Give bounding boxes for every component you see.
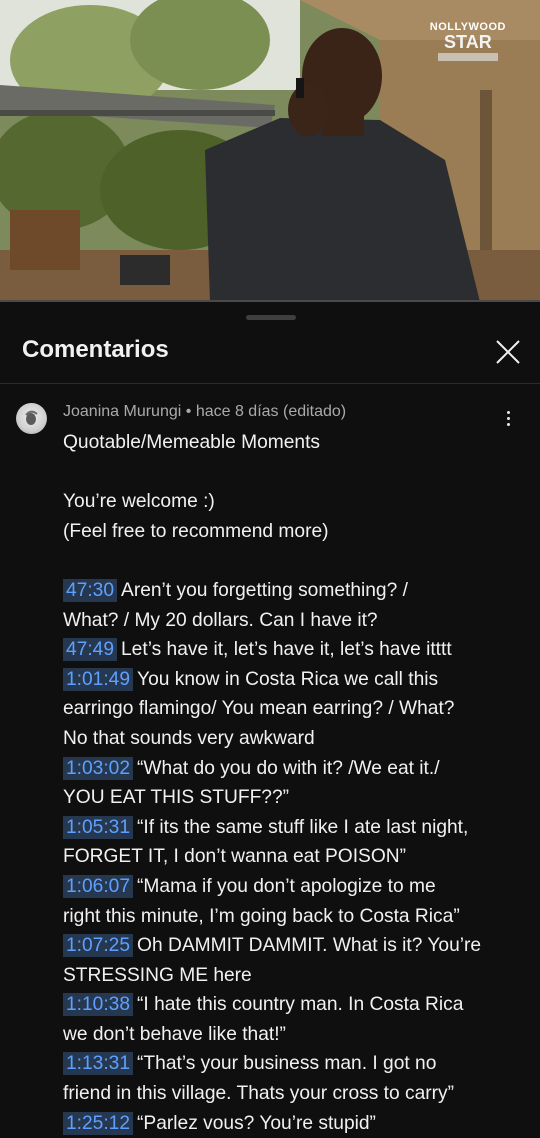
- comment-meta: Joanina Murungi • hace 8 días (editado): [63, 403, 346, 421]
- comment-line: What? / My 20 dollars. Can I have it?: [63, 606, 533, 636]
- comment-line-text: “Mama if you don’t apologize to me: [137, 875, 436, 897]
- comment-line: 1:07:25 Oh DAMMIT DAMMIT. What is it? You…: [63, 931, 533, 961]
- comment-line: 1:06:07 “Mama if you don’t apologize to m…: [63, 872, 533, 902]
- close-button[interactable]: [492, 336, 524, 368]
- comment-line-text: FORGET IT, I don’t wanna eat POISON”: [63, 846, 407, 868]
- comment-line: No that sounds very awkward: [63, 724, 533, 754]
- comment-author[interactable]: Joanina Murungi: [63, 403, 181, 420]
- comment-line: right this minute, I’m going back to Cos…: [63, 902, 533, 932]
- comment-text: Quotable/Memeable Moments You’re welcome…: [63, 428, 533, 1138]
- comment-line: earringo flamingo/ You mean earring? / W…: [63, 694, 533, 724]
- watermark-line2: STAR: [444, 32, 492, 52]
- comment-line-text: “I hate this country man. In Costa Rica: [137, 994, 464, 1016]
- timestamp-link[interactable]: 1:03:02: [63, 756, 134, 780]
- comment-line-text: “What do you do with it? /We eat it./: [137, 757, 440, 779]
- comment-line: we don’t behave like that!”: [63, 1020, 533, 1050]
- comment-line-text: earringo flamingo/ You mean earring? / W…: [63, 698, 455, 720]
- avatar[interactable]: [16, 403, 47, 434]
- comment-line: FORGET IT, I don’t wanna eat POISON”: [63, 842, 533, 872]
- comment-line: YOU EAT THIS STUFF??”: [63, 783, 533, 813]
- comment-line-text: No that sounds very awkward: [63, 727, 315, 749]
- channel-watermark: NOLLYWOOD STAR: [430, 22, 506, 61]
- comment-line: 47:49 Let’s have it, let’s have it, let’s…: [63, 635, 533, 665]
- timestamp-link[interactable]: 47:30: [63, 578, 118, 602]
- comment-line-text: we don’t behave like that!”: [63, 1023, 286, 1045]
- timestamp-link[interactable]: 1:13:31: [63, 1052, 134, 1076]
- comment-line-text: Let’s have it, let’s have it, let’s have…: [121, 639, 452, 661]
- avatar-image: [25, 410, 38, 425]
- more-options-button[interactable]: [496, 406, 520, 430]
- comment-line: 1:05:31 “If its the same stuff like I ate…: [63, 813, 533, 843]
- comment-line-text: Aren’t you forgetting something? /: [121, 579, 408, 601]
- comment-line: 1:03:02 “What do you do with it? /We eat …: [63, 754, 533, 784]
- intro-line: (Feel free to recommend more): [63, 520, 329, 542]
- comment-line-text: “Parlez vous? You’re stupid”: [137, 1112, 376, 1134]
- video-progress-bar[interactable]: [0, 300, 540, 302]
- comment-line-text: friend in this village. Thats your cross…: [63, 1083, 455, 1105]
- timestamp-entries: 47:30 Aren’t you forgetting something? / W…: [63, 576, 533, 1138]
- intro-line: You’re welcome :): [63, 491, 215, 513]
- video-player[interactable]: NOLLYWOOD STAR: [0, 0, 540, 302]
- comment-line: 1:10:38 “I hate this country man. In Cost…: [63, 990, 533, 1020]
- drag-handle[interactable]: [246, 315, 296, 320]
- comment-line: friend in this village. Thats your cross…: [63, 1079, 533, 1109]
- timestamp-link[interactable]: 1:01:49: [63, 667, 134, 691]
- timestamp-link[interactable]: 1:05:31: [63, 815, 134, 839]
- comment-line-text: What? / My 20 dollars. Can I have it?: [63, 609, 378, 631]
- timestamp-link[interactable]: 1:10:38: [63, 993, 134, 1017]
- comment-line-text: “That’s your business man. I got no: [137, 1053, 437, 1075]
- comment-line-text: “If its the same stuff like I ate last n…: [137, 816, 469, 838]
- comment-line: 1:01:49 You know in Costa Rica we call th…: [63, 665, 533, 695]
- comment-line: 1:13:31 “That’s your business man. I got …: [63, 1049, 533, 1079]
- meta-separator: •: [185, 403, 192, 420]
- timestamp-link[interactable]: 1:25:12: [63, 1111, 134, 1135]
- comment-line-text: You know in Costa Rica we call this: [137, 668, 439, 690]
- comment-line: STRESSING ME here: [63, 961, 533, 991]
- comment-time: hace 8 días (editado): [195, 403, 347, 420]
- comment-line-text: YOU EAT THIS STUFF??”: [63, 787, 290, 809]
- comment-line-text: right this minute, I’m going back to Cos…: [63, 905, 460, 927]
- comment-line: 47:30 Aren’t you forgetting something? /: [63, 576, 533, 606]
- comment-line: 1:25:12 “Parlez vous? You’re stupid”: [63, 1109, 533, 1138]
- comments-title: Comentarios: [22, 336, 169, 363]
- comments-sheet: Comentarios Joanina Murungi • hace 8 día…: [0, 303, 540, 1137]
- header-divider: [0, 383, 540, 384]
- close-icon: [496, 340, 520, 364]
- timestamp-link[interactable]: 1:06:07: [63, 874, 134, 898]
- watermark-underline: [437, 53, 498, 61]
- timestamp-link[interactable]: 47:49: [63, 638, 118, 662]
- more-vert-icon: [506, 410, 510, 426]
- comment-line-text: Oh DAMMIT DAMMIT. What is it? You’re: [137, 935, 482, 957]
- timestamp-link[interactable]: 1:07:25: [63, 934, 134, 958]
- comment-title-line: Quotable/Memeable Moments: [63, 432, 321, 453]
- comment-line-text: STRESSING ME here: [63, 964, 252, 986]
